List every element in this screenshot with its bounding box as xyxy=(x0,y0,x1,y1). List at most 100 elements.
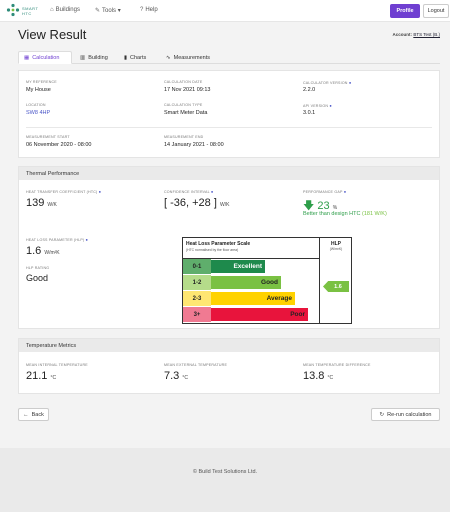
htc-unit: W/K xyxy=(47,202,57,208)
hlp-scale-subtitle: (HTC normalised by the floor area) xyxy=(186,248,239,252)
hlp-label-text: Heat Loss Parameter (HLP) xyxy=(26,238,85,242)
help-icon: ? xyxy=(140,7,144,13)
hlp-column-unit: (W/m²K) xyxy=(329,247,343,251)
htc-label-text: Heat Transfer Coefficient (HTC) xyxy=(26,190,98,194)
gap-label-text: Performance Gap xyxy=(303,190,343,194)
ci-label: Confidence Interval ● xyxy=(164,189,214,194)
rerun-label: Re-run calculation xyxy=(387,411,432,418)
temp-difference-unit: °C xyxy=(327,375,334,381)
wrench-icon: ✎ xyxy=(95,8,101,14)
internal-temp-label: Mean Internal Temperature xyxy=(26,363,88,367)
hlp-marker: 1.6 xyxy=(323,281,349,292)
tab-charts[interactable]: ▮ Charts xyxy=(119,51,151,64)
reference-value: My House xyxy=(26,87,51,93)
gap-note: Better than design HTC (181 W/K) xyxy=(303,211,387,217)
hlp-band-average: 2-3 Average xyxy=(183,291,319,306)
tab-charts-label: Charts xyxy=(130,54,147,61)
api-version-label: API Version ● xyxy=(303,103,332,108)
ci-value: [ -36, +28 ] W/K xyxy=(164,197,229,209)
account-link[interactable]: BTS Test (B.) xyxy=(413,32,440,37)
nav-buildings[interactable]: ⌂ Buildings xyxy=(50,7,80,13)
info-icon[interactable]: ● xyxy=(329,103,332,108)
hlp-scale-chart: Heat Loss Parameter Scale (HTC normalise… xyxy=(182,237,352,324)
ci-number: [ -36, +28 ] xyxy=(164,197,217,209)
nav-help-label: Help xyxy=(145,7,158,13)
temp-difference-number: 13.8 xyxy=(303,370,325,382)
arrow-left-icon: ← xyxy=(23,411,29,418)
footer: © Build Test Solutions Ltd. xyxy=(0,448,450,512)
tab-calculation[interactable]: ▦ Calculation xyxy=(18,51,72,64)
calculation-details-card: My Reference My House Calculation Date 1… xyxy=(18,70,440,158)
rerun-calculation-button[interactable]: ↻ Re-run calculation xyxy=(371,408,440,421)
info-icon[interactable]: ● xyxy=(349,80,352,85)
hlp-rating-value: Good xyxy=(26,273,49,283)
internal-temp-value: 21.1 °C xyxy=(26,370,56,382)
info-icon[interactable]: ● xyxy=(344,189,347,194)
ci-unit: W/K xyxy=(219,202,230,208)
nav-buildings-label: Buildings xyxy=(55,7,80,13)
info-icon[interactable]: ● xyxy=(211,189,214,194)
api-version-label-text: API Version xyxy=(303,104,329,108)
page-title: View Result xyxy=(18,27,87,42)
result-tabs: ▦ Calculation ▥ Building ▮ Charts ∿ Meas… xyxy=(18,51,440,64)
hlp-band-range: 3+ xyxy=(183,307,211,322)
external-temp-label: Mean External Temperature xyxy=(164,363,228,367)
calc-type-label: Calculation Type xyxy=(164,103,203,107)
measurement-start-label: Measurement Start xyxy=(26,135,70,139)
refresh-icon: ↻ xyxy=(379,411,385,418)
gap-note-value: (181 W/K) xyxy=(362,211,387,217)
logout-button[interactable]: Logout xyxy=(423,4,449,18)
logo-icon xyxy=(6,3,20,17)
hlp-label: Heat Loss Parameter (HLP) ● xyxy=(26,237,88,242)
hlp-rating-label: HLP Rating xyxy=(26,266,50,270)
internal-temp-number: 21.1 xyxy=(26,370,48,382)
line-chart-icon: ∿ xyxy=(166,54,171,61)
internal-temp-unit: °C xyxy=(50,375,57,381)
calc-version-label: Calculator Version ● xyxy=(303,80,351,85)
nav-tools-label: Tools ▾ xyxy=(102,8,121,14)
location-link[interactable]: SW8 4HP xyxy=(26,110,50,116)
hlp-number: 1.6 xyxy=(26,245,42,257)
tab-measurements-label: Measurements xyxy=(173,54,210,61)
measurement-end-value: 14 January 2021 - 08:00 xyxy=(164,142,224,148)
hlp-band-good: 1-2 Good xyxy=(183,275,319,290)
hlp-band-range: 0-1 xyxy=(183,259,211,274)
hlp-band-label: Excellent xyxy=(211,260,265,273)
location-label: Location xyxy=(26,103,46,107)
calc-version-label-text: Calculator Version xyxy=(303,81,348,85)
tab-measurements[interactable]: ∿ Measurements xyxy=(161,51,215,64)
temperature-metrics-card: Temperature Metrics Mean Internal Temper… xyxy=(18,338,440,394)
api-version-value: 3.0.1 xyxy=(303,110,316,116)
reference-label: My Reference xyxy=(26,80,57,84)
footer-copyright: © Build Test Solutions Ltd. xyxy=(192,469,258,475)
thermal-performance-title: Thermal Performance xyxy=(19,167,439,180)
info-icon[interactable]: ● xyxy=(86,237,89,242)
info-icon[interactable]: ● xyxy=(99,189,102,194)
thermal-performance-card: Thermal Performance Heat Transfer Coeffi… xyxy=(18,166,440,329)
back-button[interactable]: ← Back xyxy=(18,408,49,421)
hlp-band-label: Poor xyxy=(211,308,308,321)
hlp-band-label: Average xyxy=(211,292,295,305)
hlp-band-label: Good xyxy=(211,276,281,289)
hlp-scale-title: Heat Loss Parameter Scale xyxy=(186,241,251,247)
calc-version-value: 2.2.0 xyxy=(303,87,316,93)
ci-label-text: Confidence Interval xyxy=(164,190,210,194)
calc-date-label: Calculation Date xyxy=(164,80,203,84)
building-icon: ▥ xyxy=(80,54,86,61)
gap-note-text: Better than design HTC xyxy=(303,211,361,217)
temp-difference-value: 13.8 °C xyxy=(303,370,333,382)
brand-logo[interactable]: SMART HTC xyxy=(6,3,46,19)
calc-type-value: Smart Meter Data xyxy=(164,110,208,116)
building-icon: ⌂ xyxy=(50,7,54,13)
hlp-band-excellent: 0-1 Excellent xyxy=(183,259,319,274)
profile-button[interactable]: Profile xyxy=(390,4,420,18)
account-label: Account: xyxy=(392,32,413,37)
nav-help[interactable]: ? Help xyxy=(140,7,158,13)
htc-label: Heat Transfer Coefficient (HTC) ● xyxy=(26,189,101,194)
nav-tools[interactable]: ✎ Tools ▾ xyxy=(95,7,121,14)
back-label: Back xyxy=(31,411,44,418)
temperature-metrics-title: Temperature Metrics xyxy=(19,339,439,352)
calc-date-value: 17 Nov 2021 09:13 xyxy=(164,87,211,93)
hlp-band-poor: 3+ Poor xyxy=(183,307,319,322)
tab-building[interactable]: ▥ Building xyxy=(75,51,113,64)
